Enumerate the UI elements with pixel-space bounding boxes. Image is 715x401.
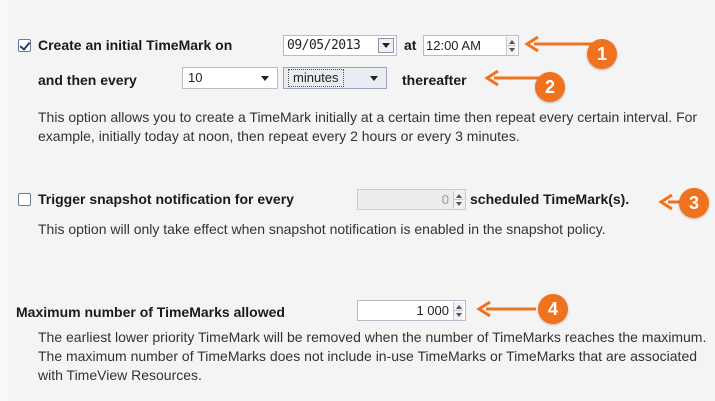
unit-value: minutes [288,69,344,87]
callout-arrow-4 [476,301,536,317]
interval-value: 10 [188,70,203,85]
notification-count-field[interactable]: 0 [357,189,466,210]
date-field[interactable]: 09/05/2013 [283,35,397,56]
callout-arrow-1 [524,36,592,52]
time-field[interactable]: 12:00 AM [423,35,519,56]
unit-select[interactable]: minutes [283,67,387,89]
scheduled-timemarks-label: scheduled TimeMark(s). [470,191,630,207]
callout-badge-3: 3 [679,188,709,218]
trigger-notification-description: This option will only take effect when s… [38,221,606,237]
date-value: 09/05/2013 [287,38,361,53]
max-timemarks-field[interactable]: 1 000 [357,300,466,321]
thereafter-label: thereafter [402,72,467,88]
create-timemark-label: Create an initial TimeMark on [38,37,233,53]
time-value: 12:00 AM [426,38,481,53]
chevron-down-icon [261,76,269,81]
max-timemarks-spinner[interactable] [453,302,463,320]
create-timemark-description: This option allows you to create a TimeM… [38,109,698,144]
then-every-label: and then every [38,72,137,88]
callout-badge-2: 2 [535,72,565,102]
trigger-notification-label: Trigger snapshot notification for every [38,191,294,207]
calendar-dropdown-button[interactable] [378,38,394,53]
callout-badge-4: 4 [538,294,568,324]
trigger-notification-checkbox[interactable] [18,193,31,206]
at-label: at [404,37,417,53]
notification-count-value: 0 [441,192,449,207]
callout-badge-1: 1 [587,39,617,69]
max-timemarks-label: Maximum number of TimeMarks allowed [16,304,285,320]
chevron-down-icon [382,43,390,48]
max-timemarks-description: The earliest lower priority TimeMark wil… [38,329,707,383]
max-timemarks-value: 1 000 [416,303,449,318]
top-border [0,0,8,401]
interval-select[interactable]: 10 [182,67,278,89]
time-spinner[interactable] [506,37,516,55]
create-timemark-checkbox[interactable] [18,39,31,52]
chevron-down-icon [370,76,378,81]
notification-count-spinner[interactable] [453,191,463,209]
